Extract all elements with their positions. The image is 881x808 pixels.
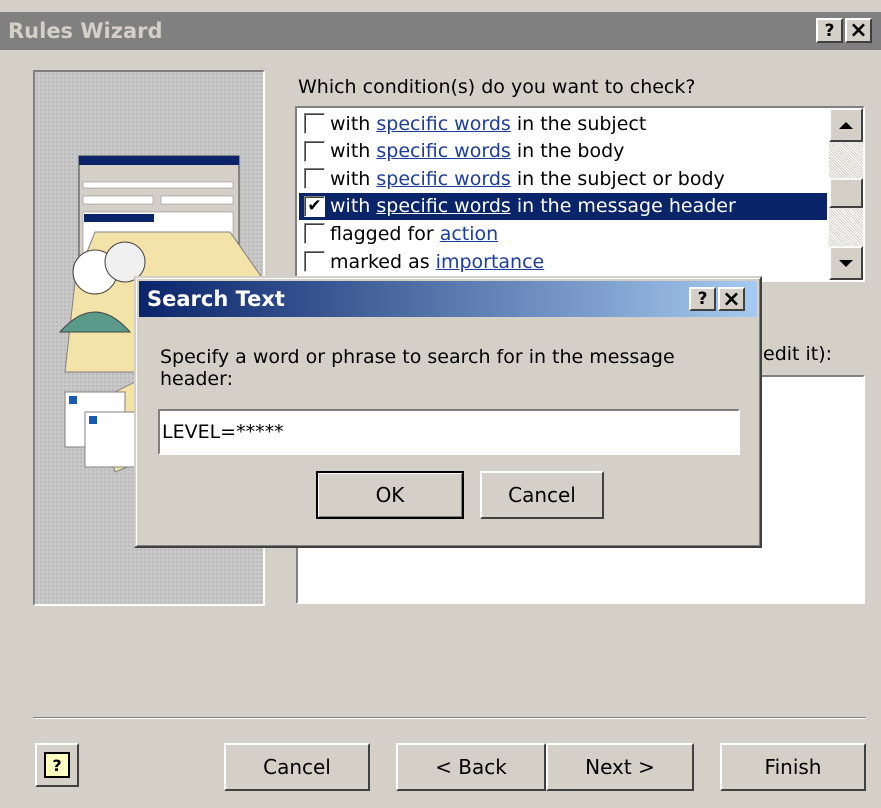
condition-text-pre: flagged for bbox=[330, 222, 440, 245]
back-button[interactable]: < Back bbox=[396, 743, 546, 791]
help-icon: ? bbox=[824, 20, 835, 41]
dialog-cancel-button[interactable]: Cancel bbox=[480, 471, 604, 519]
condition-item[interactable]: with specific words in the body bbox=[299, 138, 827, 165]
help-book-icon: ? bbox=[44, 752, 70, 778]
arrow-up-icon bbox=[839, 121, 853, 129]
condition-text: with specific words in the subject or bo… bbox=[330, 168, 725, 190]
condition-link[interactable]: specific words bbox=[376, 168, 510, 190]
window-title: Rules Wizard bbox=[8, 19, 163, 43]
condition-checkbox[interactable] bbox=[304, 140, 325, 162]
checkmark-icon: ✔ bbox=[307, 195, 322, 216]
search-text-value: LEVEL=***** bbox=[162, 421, 284, 443]
condition-item[interactable]: flagged for action bbox=[299, 220, 827, 247]
close-icon: × bbox=[849, 18, 868, 43]
dialog-title: Search Text bbox=[147, 287, 285, 311]
condition-checkbox[interactable] bbox=[304, 113, 325, 134]
scroll-thumb[interactable] bbox=[829, 178, 863, 208]
condition-text-post: in the subject or body bbox=[510, 167, 725, 190]
condition-text: with specific words in the subject bbox=[330, 113, 646, 135]
conditions-prompt: Which condition(s) do you want to check? bbox=[298, 76, 696, 98]
condition-text: marked as importance bbox=[330, 251, 544, 273]
condition-text: flagged for action bbox=[330, 223, 498, 245]
help-title-button[interactable]: ? bbox=[816, 18, 843, 43]
condition-text-pre: with bbox=[330, 195, 377, 218]
condition-item[interactable]: with specific words in the subject or bo… bbox=[299, 165, 827, 192]
arrow-down-icon bbox=[839, 259, 853, 267]
title-bar: Rules Wizard bbox=[0, 12, 881, 50]
dialog-prompt: Specify a word or phrase to search for i… bbox=[160, 346, 675, 390]
help-button[interactable]: ? bbox=[35, 743, 79, 787]
condition-link[interactable]: specific words bbox=[376, 140, 510, 162]
condition-text: with specific words in the body bbox=[330, 140, 624, 162]
search-text-dialog: Search Text ? × Specify a word or phrase… bbox=[134, 276, 762, 548]
scroll-up-button[interactable] bbox=[829, 108, 863, 142]
condition-text-post: in the message header bbox=[510, 195, 736, 218]
condition-text-pre: marked as bbox=[330, 250, 436, 273]
condition-checkbox[interactable] bbox=[304, 168, 325, 190]
close-title-button[interactable]: × bbox=[845, 18, 872, 43]
next-button[interactable]: Next > bbox=[546, 743, 694, 791]
cancel-button[interactable]: Cancel bbox=[224, 743, 370, 791]
ok-button[interactable]: OK bbox=[316, 471, 464, 519]
dialog-title-bar: Search Text bbox=[139, 281, 757, 317]
dialog-help-button[interactable]: ? bbox=[689, 287, 716, 311]
help-icon: ? bbox=[697, 289, 708, 309]
condition-text-pre: with bbox=[330, 140, 377, 163]
condition-checkbox[interactable] bbox=[304, 251, 325, 272]
condition-link[interactable]: specific words bbox=[376, 195, 510, 217]
condition-item[interactable]: with specific words in the subject bbox=[299, 110, 827, 137]
condition-text: with specific words in the message heade… bbox=[330, 195, 736, 217]
conditions-scrollbar[interactable] bbox=[829, 108, 863, 280]
conditions-list[interactable]: with specific words in the subject with s… bbox=[295, 106, 865, 282]
description-label: edit it): bbox=[763, 343, 833, 365]
condition-link[interactable]: importance bbox=[436, 251, 545, 273]
finish-button[interactable]: Finish bbox=[720, 743, 866, 791]
scroll-down-button[interactable] bbox=[829, 246, 863, 280]
condition-text-pre: with bbox=[330, 167, 377, 190]
condition-item[interactable]: marked as importance bbox=[299, 248, 827, 275]
condition-checkbox[interactable]: ✔ bbox=[304, 195, 325, 217]
condition-link[interactable]: specific words bbox=[376, 113, 510, 135]
dialog-close-button[interactable]: × bbox=[718, 286, 745, 312]
condition-item[interactable]: ✔ with specific words in the message head… bbox=[299, 192, 827, 220]
condition-text-post: in the subject bbox=[510, 112, 647, 135]
condition-text-post: in the body bbox=[510, 140, 625, 163]
search-text-input[interactable]: LEVEL=***** bbox=[158, 409, 740, 455]
condition-link[interactable]: action bbox=[440, 223, 498, 245]
footer-separator bbox=[33, 717, 866, 719]
close-icon: × bbox=[722, 286, 741, 312]
condition-checkbox[interactable] bbox=[304, 223, 325, 245]
condition-text-pre: with bbox=[330, 112, 377, 135]
